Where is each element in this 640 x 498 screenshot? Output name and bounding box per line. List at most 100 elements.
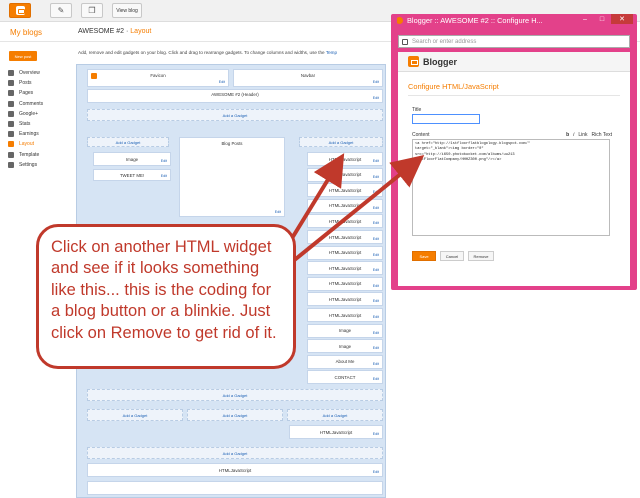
rich-text-button[interactable]: Rich Text: [592, 132, 612, 138]
overview-icon: [8, 70, 14, 77]
html-javascript-gadget[interactable]: HTMLJavaScript Edit: [307, 245, 383, 260]
edit-link[interactable]: Edit: [373, 377, 379, 381]
close-icon[interactable]: ✕: [611, 14, 633, 24]
bold-button[interactable]: b: [566, 132, 569, 138]
blogger-home-button[interactable]: [9, 3, 31, 18]
sidebar-item-template[interactable]: Template: [8, 150, 43, 160]
maximize-icon[interactable]: □: [594, 14, 610, 24]
new-post-button[interactable]: New post: [9, 51, 37, 61]
add-gadget-link[interactable]: Add a Gadget: [87, 137, 169, 147]
edit-link[interactable]: Edit: [373, 331, 379, 335]
gadget-label: HTMLJavaScript: [328, 234, 362, 240]
add-gadget-link[interactable]: Add a Gadget: [287, 409, 383, 421]
sidebar-item-earnings[interactable]: Earnings: [8, 129, 43, 139]
gadget-label: HTMLJavaScript: [328, 172, 362, 178]
section-name: Layout: [130, 28, 152, 35]
minimize-icon[interactable]: –: [577, 14, 593, 24]
edit-link[interactable]: Edit: [373, 237, 379, 241]
add-gadget-link[interactable]: Add a Gadget: [87, 389, 383, 401]
remove-button[interactable]: Remove: [468, 251, 494, 261]
edit-link[interactable]: Edit: [275, 210, 281, 214]
gadget-label: HTMLJavaScript: [328, 203, 362, 209]
edit-link[interactable]: Edit: [373, 221, 379, 225]
sidebar-item-posts[interactable]: Posts: [8, 78, 43, 88]
add-gadget-link[interactable]: Add a Gadget: [187, 409, 283, 421]
view-blog-button[interactable]: View blog: [112, 3, 142, 18]
html-javascript-gadget[interactable]: HTMLJavaScript Edit: [307, 198, 383, 213]
contact-gadget[interactable]: CONTACT Edit: [307, 370, 383, 385]
edit-link[interactable]: Edit: [373, 299, 379, 303]
edit-link[interactable]: Edit: [373, 432, 379, 436]
blog-title: AWESOME #2 · Layout: [78, 28, 151, 35]
html-javascript-gadget[interactable]: HTMLJavaScript Edit: [307, 230, 383, 244]
content-textarea[interactable]: <a href="http://1stfloorflatblogology.bl…: [412, 139, 610, 236]
tweet-me-gadget[interactable]: TWEET ME! Edit: [93, 169, 171, 181]
sidebar-item-overview[interactable]: Overview: [8, 68, 43, 78]
html-javascript-gadget[interactable]: HTMLJavaScript Edit: [307, 167, 383, 182]
blog-name: AWESOME #2: [78, 28, 125, 35]
favicon-gadget[interactable]: Favicon Edit: [87, 69, 229, 87]
image-gadget[interactable]: Image Edit: [307, 339, 383, 354]
edit-link[interactable]: Edit: [373, 346, 379, 350]
edit-link[interactable]: Edit: [373, 175, 379, 179]
edit-link[interactable]: Edit: [373, 253, 379, 257]
image-gadget[interactable]: Image Edit: [307, 323, 383, 338]
sidebar-item-label: Comments: [19, 100, 44, 107]
edit-link[interactable]: Edit: [373, 315, 379, 319]
add-gadget-link[interactable]: Add a Gadget: [87, 409, 183, 421]
sidebar-item-pages[interactable]: Pages: [8, 88, 43, 98]
add-gadget-link[interactable]: Add a Gadget: [299, 137, 383, 147]
about-me-gadget[interactable]: About Me Edit: [307, 354, 383, 369]
html-javascript-gadget[interactable]: HTMLJavaScript Edit: [289, 425, 383, 439]
blog-posts-gadget[interactable]: Blog Posts Edit: [179, 137, 285, 217]
html-javascript-gadget[interactable]: HTMLJavaScript Edit: [307, 308, 383, 322]
add-gadget-link[interactable]: Add a Gadget: [87, 447, 383, 459]
edit-link[interactable]: Edit: [373, 96, 379, 100]
italic-button[interactable]: i: [573, 132, 574, 138]
html-javascript-gadget[interactable]: HTMLJavaScript Edit: [307, 292, 383, 307]
blogger-logo-icon: [15, 6, 25, 15]
sidebar-item-settings[interactable]: Settings: [8, 160, 43, 170]
layout-description: Add, remove and edit gadgets on your blo…: [78, 50, 337, 55]
sidebar-item-google-[interactable]: Google+: [8, 109, 43, 119]
sidebar-item-layout[interactable]: Layout: [8, 139, 43, 149]
edit-link[interactable]: Edit: [219, 80, 225, 84]
app-name: Blogger: [423, 56, 458, 67]
edit-link[interactable]: Edit: [373, 362, 379, 366]
image-gadget[interactable]: Image Edit: [93, 152, 171, 166]
html-javascript-gadget[interactable]: HTMLJavaScript Edit: [307, 261, 383, 276]
html-javascript-gadget[interactable]: HTMLJavaScript Edit: [307, 214, 383, 229]
edit-link[interactable]: Edit: [161, 174, 167, 178]
sidebar-item-label: Layout: [19, 141, 35, 148]
my-blogs-link[interactable]: My blogs: [10, 28, 42, 37]
html-javascript-gadget[interactable]: HTMLJavaScript Edit: [87, 463, 383, 477]
edit-link[interactable]: Edit: [373, 268, 379, 272]
address-bar[interactable]: Search or enter address: [398, 35, 630, 48]
title-input[interactable]: [412, 114, 480, 124]
html-javascript-gadget[interactable]: HTMLJavaScript Edit: [307, 152, 383, 166]
header-gadget[interactable]: AWESOME #2 (Header) Edit: [87, 89, 383, 103]
gadget-placeholder[interactable]: [87, 481, 383, 495]
sidebar-item-label: Stats: [19, 121, 31, 128]
sidebar-item-stats[interactable]: Stats: [8, 119, 43, 129]
edit-post-button[interactable]: ✎: [50, 3, 72, 18]
cancel-button[interactable]: Cancel: [440, 251, 464, 261]
navbar-gadget[interactable]: Navbar Edit: [233, 69, 383, 87]
add-gadget-link[interactable]: Add a Gadget: [87, 109, 383, 121]
edit-link[interactable]: Edit: [373, 206, 379, 210]
template-designer-link[interactable]: Temp: [326, 50, 337, 55]
html-javascript-gadget[interactable]: HTMLJavaScript Edit: [307, 183, 383, 198]
edit-link[interactable]: Edit: [161, 159, 167, 163]
edit-link[interactable]: Edit: [373, 159, 379, 163]
copy-button[interactable]: ❐: [81, 3, 103, 18]
gadget-label: HTMLJavaScript: [328, 218, 362, 224]
save-button[interactable]: Save: [412, 251, 436, 261]
edit-link[interactable]: Edit: [373, 80, 379, 84]
edit-link[interactable]: Edit: [373, 284, 379, 288]
gadget-label: CONTACT: [334, 374, 356, 380]
html-javascript-gadget[interactable]: HTMLJavaScript Edit: [307, 276, 383, 291]
edit-link[interactable]: Edit: [373, 190, 379, 194]
link-button[interactable]: Link: [578, 132, 587, 138]
sidebar-item-comments[interactable]: Comments: [8, 99, 43, 109]
edit-link[interactable]: Edit: [373, 470, 379, 474]
